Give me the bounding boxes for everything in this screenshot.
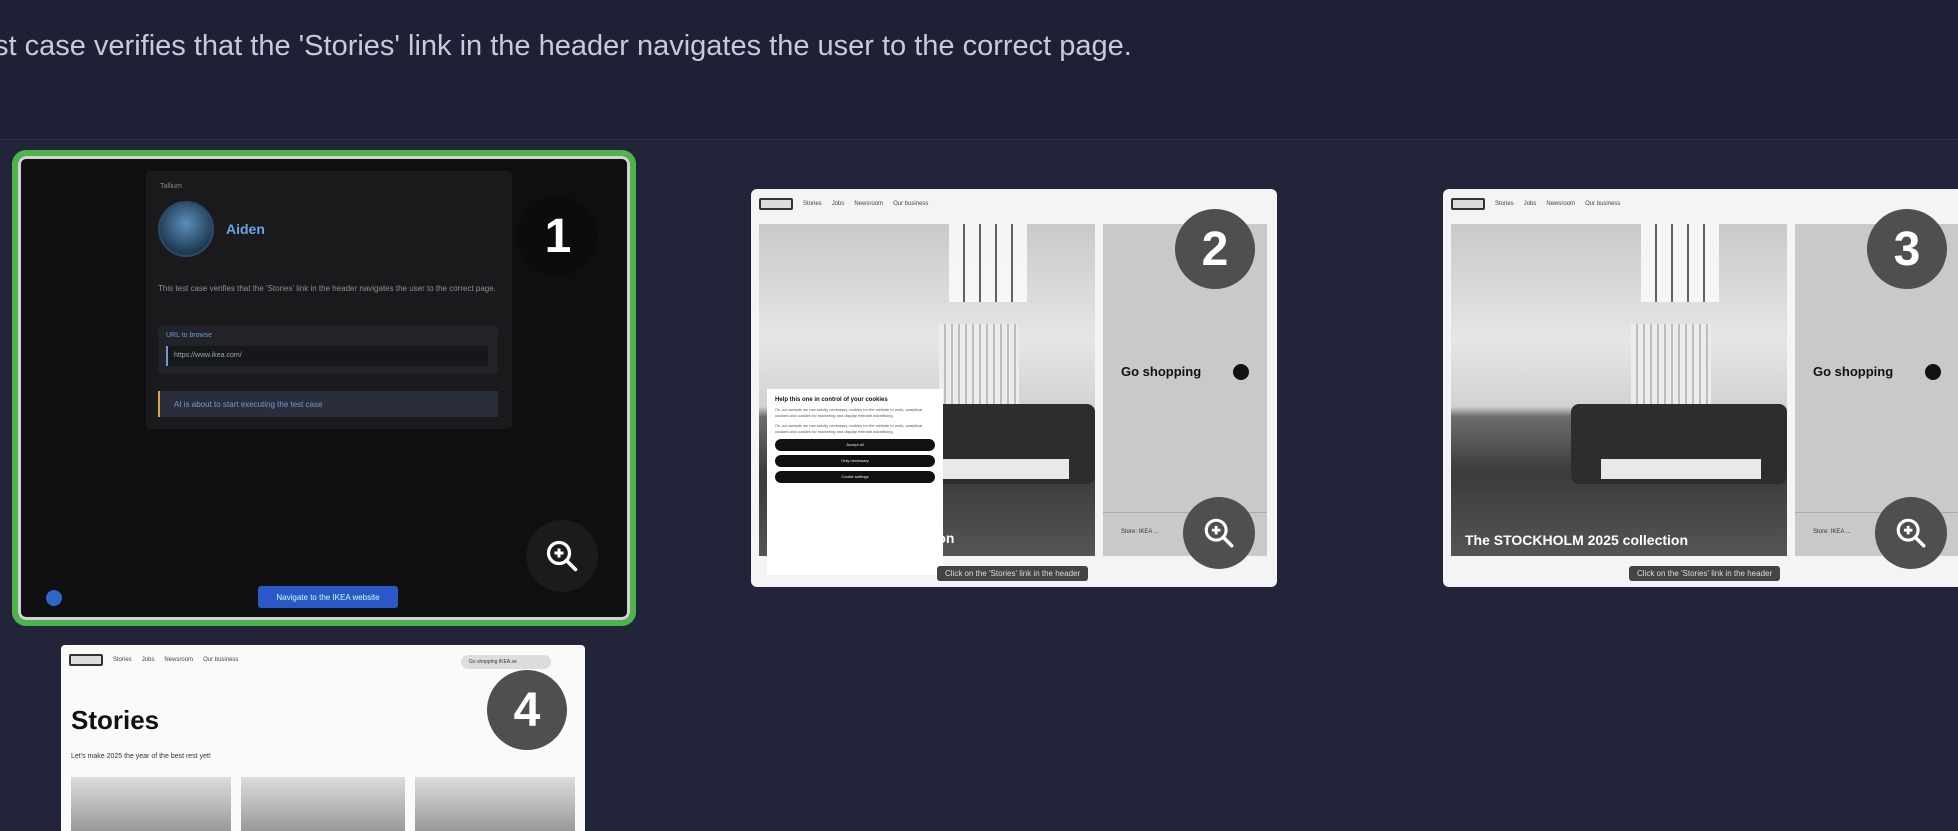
story-image-1 xyxy=(71,777,231,831)
table xyxy=(1601,459,1761,479)
side-footer-text: Store: IKEA ... xyxy=(1813,529,1851,535)
ikea-logo xyxy=(1451,198,1485,210)
site-nav: Stories Jobs Newsroom Our business xyxy=(1451,197,1620,211)
step-thumbnail-2[interactable]: Stories Jobs Newsroom Our business ction… xyxy=(751,189,1277,587)
navigate-button: Navigate to the IKEA website xyxy=(258,586,398,608)
zoom-button[interactable] xyxy=(1875,497,1947,569)
step-badge-1: 1 xyxy=(518,196,598,276)
url-label: URL to browse xyxy=(166,332,213,339)
nav-our-business: Our business xyxy=(893,201,929,207)
test-description: st case verifies that the 'Stories' link… xyxy=(0,30,1132,62)
radiator xyxy=(1631,324,1711,404)
site-nav: Stories Jobs Newsroom Our business xyxy=(69,653,238,667)
arrow-right-icon xyxy=(1925,364,1941,380)
nav-newsroom: Newsroom xyxy=(1546,201,1576,207)
avatar xyxy=(158,201,214,257)
cookie-text-2: On our website we use strictly necessary… xyxy=(775,423,923,434)
zoom-in-icon xyxy=(1896,518,1926,548)
site-nav: Stories Jobs Newsroom Our business xyxy=(759,197,928,211)
step-badge-4: 4 xyxy=(487,670,567,750)
ikea-logo xyxy=(69,654,103,666)
nav-jobs: Jobs xyxy=(1523,201,1537,207)
cookie-dialog: Help this one in control of your cookies… xyxy=(767,389,943,575)
action-tooltip: Click on the 'Stories' link in the heade… xyxy=(1629,566,1781,581)
shopping-search: Go shopping IKEA.se xyxy=(461,655,551,669)
nav-our-business: Our business xyxy=(203,657,239,663)
step-thumbnail-3[interactable]: Stories Jobs Newsroom Our business The S… xyxy=(1443,189,1958,587)
step-thumbnail-4[interactable]: Stories Jobs Newsroom Our business Go sh… xyxy=(61,645,585,831)
story-image-3 xyxy=(415,777,575,831)
page-title: Stories xyxy=(71,705,160,735)
nav-newsroom: Newsroom xyxy=(164,657,194,663)
nav-newsroom: Newsroom xyxy=(854,201,884,207)
hero-image: The STOCKHOLM 2025 collection xyxy=(1451,224,1787,556)
ikea-logo xyxy=(759,198,793,210)
story-image-2 xyxy=(241,777,405,831)
status-message: AI is about to start executing the test … xyxy=(158,391,498,417)
hero-caption: The STOCKHOLM 2025 collection xyxy=(1465,532,1689,548)
user-name: Aiden xyxy=(226,221,265,237)
nav-stories: Stories xyxy=(1495,201,1514,207)
nav-our-business: Our business xyxy=(1585,201,1621,207)
url-box: URL to browse https://www.ikea.com/ xyxy=(158,326,498,374)
chat-message: This test case verifies that the 'Storie… xyxy=(158,284,496,293)
step-thumbnail-1[interactable]: Tallium Aiden This test case verifies th… xyxy=(12,150,636,626)
description-header: st case verifies that the 'Stories' link… xyxy=(0,0,1958,140)
zoom-button[interactable] xyxy=(526,520,598,592)
side-footer-text: Store: IKEA ... xyxy=(1121,529,1159,535)
step-badge-2: 2 xyxy=(1175,209,1255,289)
action-tooltip: Click on the 'Stories' link in the heade… xyxy=(937,566,1089,581)
zoom-in-icon xyxy=(1204,518,1234,548)
window xyxy=(949,224,1027,302)
cookie-settings-button: Cookie settings xyxy=(775,471,935,483)
nav-stories: Stories xyxy=(803,201,822,207)
go-shopping-label: Go shopping xyxy=(1121,364,1202,379)
page-subtitle: Let's make 2025 the year of the best res… xyxy=(71,753,211,760)
cookie-accept-button: Accept all xyxy=(775,439,935,451)
radiator xyxy=(939,324,1019,404)
nav-jobs: Jobs xyxy=(141,657,155,663)
url-field: https://www.ikea.com/ xyxy=(166,346,488,366)
nav-jobs: Jobs xyxy=(831,201,845,207)
go-shopping-label: Go shopping xyxy=(1813,364,1894,379)
window xyxy=(1641,224,1719,302)
step-badge-3: 3 xyxy=(1867,209,1947,289)
status-dot xyxy=(46,590,62,606)
cookie-necessary-button: Only necessary xyxy=(775,455,935,467)
nav-stories: Stories xyxy=(113,657,132,663)
cookie-text: On our website we use strictly necessary… xyxy=(775,407,923,418)
zoom-in-icon xyxy=(546,540,578,572)
arrow-right-icon xyxy=(1233,364,1249,380)
cookie-title: Help this one in control of your cookies xyxy=(775,397,888,403)
chat-panel: Tallium Aiden This test case verifies th… xyxy=(146,171,512,429)
zoom-button[interactable] xyxy=(1183,497,1255,569)
chat-brand-label: Tallium xyxy=(160,183,182,190)
